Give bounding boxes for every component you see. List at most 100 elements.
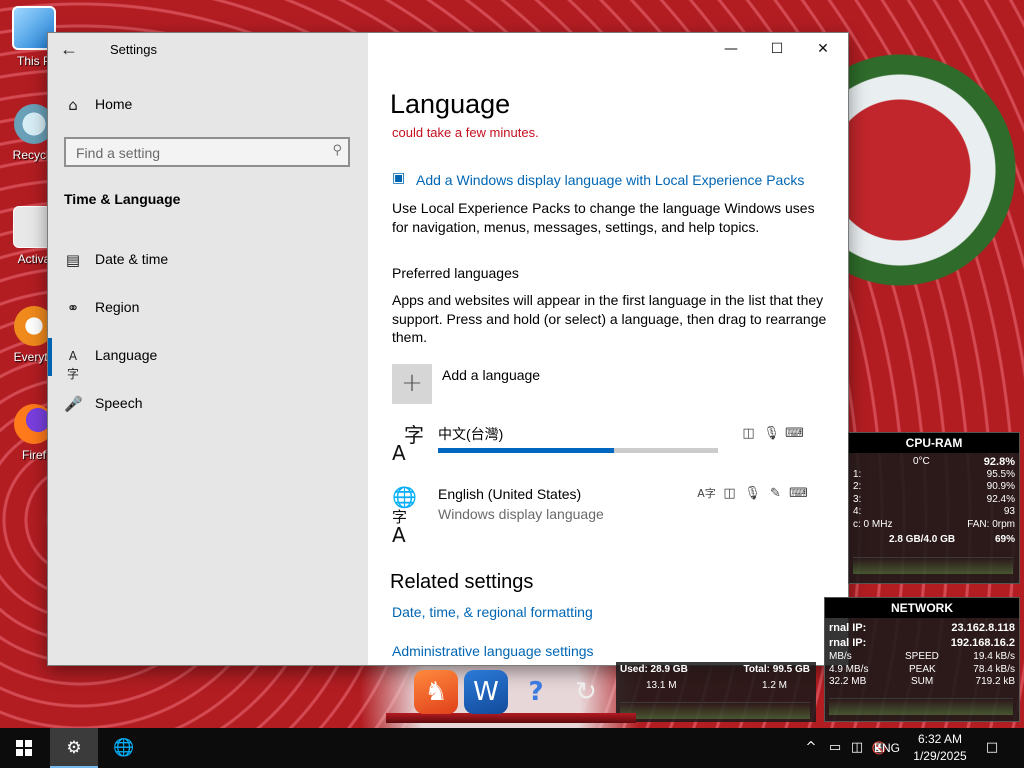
settings-gear-icon: ⚙ <box>66 738 82 758</box>
language-globe-icon: 🌐字 A <box>392 485 417 547</box>
action-center-icon[interactable]: □ <box>980 728 1004 768</box>
clock-date: 1/29/2025 <box>913 749 967 763</box>
text-to-speech-icon: A字 <box>697 487 716 500</box>
close-button[interactable]: ✕ <box>800 33 846 65</box>
brave-icon[interactable]: ♞ <box>414 670 458 714</box>
drive-write: 1.2 M <box>762 680 788 691</box>
taskbar-clock[interactable]: 6:32 AM 1/29/2025 <box>904 731 976 765</box>
progress-fill <box>438 448 615 453</box>
net-left: MB/s <box>829 651 852 662</box>
language-capabilities: ◫ 🎙 ⌨ <box>737 426 806 441</box>
search-input[interactable] <box>74 143 318 163</box>
network-gadget: NETWORK rnal IP: 23.162.8.118 rnal IP: 192… <box>824 597 1020 722</box>
cpu-clock-row: c: 0 MHz FAN: 0rpm <box>849 519 1019 532</box>
display-language-icon: ◫ <box>742 426 755 441</box>
back-arrow-icon: ← <box>60 39 78 59</box>
network-icon[interactable]: ◫ <box>846 728 868 768</box>
microphone-icon: 🎤 <box>64 395 83 413</box>
settings-nav-pane: ← Settings ⌂ Home ⚲ Time & Language ▤ Da… <box>48 33 368 665</box>
sidebar-item-label: Region <box>95 299 140 315</box>
keyboard-icon: ⌨ <box>789 486 808 501</box>
search-box[interactable]: ⚲ <box>64 137 350 167</box>
ram-percent: 69% <box>994 534 1015 545</box>
cpu-total: 92.8% <box>983 456 1015 468</box>
start-button[interactable] <box>0 728 48 768</box>
net-label: SPEED <box>905 651 939 662</box>
input-language-indicator[interactable]: ENG <box>872 728 902 768</box>
keyboard-icon: ⌨ <box>785 426 804 441</box>
sidebar-item-language[interactable]: A字 Language <box>48 338 354 381</box>
core-value: 95.5% <box>986 468 1015 480</box>
sidebar-item-speech[interactable]: 🎤 Speech <box>64 394 354 418</box>
drive-used: Used: 28.9 GB <box>620 664 688 675</box>
display-language-icon: ◫ <box>723 486 736 501</box>
language-icon: A字 <box>66 349 79 381</box>
regional-formatting-link[interactable]: Date, time, & regional formatting <box>392 604 593 620</box>
admin-language-settings-link[interactable]: Administrative language settings <box>392 643 594 659</box>
gadget-title: NETWORK <box>825 598 1019 618</box>
nav-section-title: Time & Language <box>64 191 181 207</box>
related-settings-heading: Related settings <box>390 571 534 593</box>
drive-graph <box>620 702 810 719</box>
taskbar-settings[interactable]: ⚙ <box>50 728 98 768</box>
language-subtitle: Windows display language <box>438 506 604 522</box>
net-label: SUM <box>911 676 934 687</box>
net-label: PEAK <box>909 663 936 675</box>
taskbar-network-app[interactable]: 🌐 <box>100 728 148 768</box>
preferred-languages-heading: Preferred languages <box>392 265 519 281</box>
plus-icon: + <box>392 364 432 404</box>
nav-home[interactable]: ⌂ Home <box>64 95 344 117</box>
sidebar-item-region[interactable]: ⚭ Region <box>64 298 354 322</box>
cpu-core-row: 1: 95.5% <box>849 469 1019 482</box>
core-label: 3: <box>853 493 862 505</box>
core-value: 93 <box>1003 506 1015 517</box>
add-language-button[interactable]: + Add a language <box>392 364 692 404</box>
gadget-title: CPU-RAM <box>849 433 1019 453</box>
network-globe-icon: 🌐 <box>113 738 135 758</box>
cpu-ram-gadget: CPU-RAM 0°C 92.8% 1: 95.5% 2: 90.9% 3: 92.4… <box>848 432 1020 584</box>
net-peak-row: 4.9 MB/s PEAK 78.4 kB/s <box>825 664 1019 677</box>
sync-icon[interactable]: ↻ <box>564 670 608 714</box>
taskbar: ⚙ 🌐 ^ ▭ ◫ 🔇 ENG 6:32 AM 1/29/2025 □ <box>0 728 1024 768</box>
sidebar-item-date-time[interactable]: ▤ Date & time <box>64 250 354 274</box>
internal-ip-row: rnal IP: 192.168.16.2 <box>825 637 1019 650</box>
net-sum-row: 32.2 MB SUM 719.2 kB <box>825 676 1019 689</box>
net-left: 32.2 MB <box>829 676 867 687</box>
back-button[interactable]: ← <box>60 39 84 59</box>
core-label: 2: <box>853 481 862 492</box>
add-language-label: Add a language <box>442 367 541 383</box>
drive-gadget: Used: 28.9 GB Total: 99.5 GB 13.1 M 1.2 … <box>616 662 816 722</box>
net-right: 78.4 kB/s <box>973 663 1015 675</box>
globe-icon: ⚭ <box>66 299 80 317</box>
wise-care-icon[interactable]: W <box>464 670 508 714</box>
drive-read: 13.1 M <box>646 680 677 691</box>
sidebar-item-label: Date & time <box>95 251 169 267</box>
language-capabilities: A字 ◫ 🎙 ✎ ⌨ <box>695 485 810 501</box>
language-item-chinese-taiwan[interactable]: 字A 中文(台灣) ◫ 🎙 ⌨ <box>392 424 822 468</box>
show-hidden-icons-button[interactable]: ^ <box>800 728 822 768</box>
language-item-english-us[interactable]: 🌐字 A English (United States) Windows disp… <box>392 485 822 547</box>
network-graph <box>829 698 1013 715</box>
cpu-clock: c: 0 MHz <box>853 518 893 530</box>
settings-content: — ☐ ✕ Language could take a few minutes.… <box>368 33 848 665</box>
internal-ip-label: rnal IP: <box>829 636 867 649</box>
calendar-clock-icon: ▤ <box>65 251 81 269</box>
ram-row: 2.8 GB/4.0 GB 69% <box>849 534 1019 547</box>
core-label: 1: <box>853 468 862 480</box>
lxp-description: Use Local Experience Packs to change the… <box>392 200 815 235</box>
core-value: 92.4% <box>986 493 1015 505</box>
help-icon[interactable]: ? <box>514 670 558 714</box>
net-right: 19.4 kB/s <box>973 651 1015 662</box>
cpu-core-row: 4: 93 <box>849 506 1019 519</box>
maximize-button[interactable]: ☐ <box>754 33 800 65</box>
net-speed-row: MB/s SPEED 19.4 kB/s <box>825 651 1019 664</box>
core-label: 4: <box>853 506 862 517</box>
cpu-fan: FAN: 0rpm <box>967 518 1015 530</box>
search-icon[interactable]: ⚲ <box>332 143 342 158</box>
external-ip-label: rnal IP: <box>829 622 867 634</box>
handwriting-icon: ✎ <box>770 486 781 501</box>
titlebar[interactable]: ← Settings <box>48 33 368 65</box>
language-icon: 字A <box>392 423 424 465</box>
notes-icon[interactable]: ▭ <box>824 728 846 768</box>
minimize-button[interactable]: — <box>708 33 754 65</box>
